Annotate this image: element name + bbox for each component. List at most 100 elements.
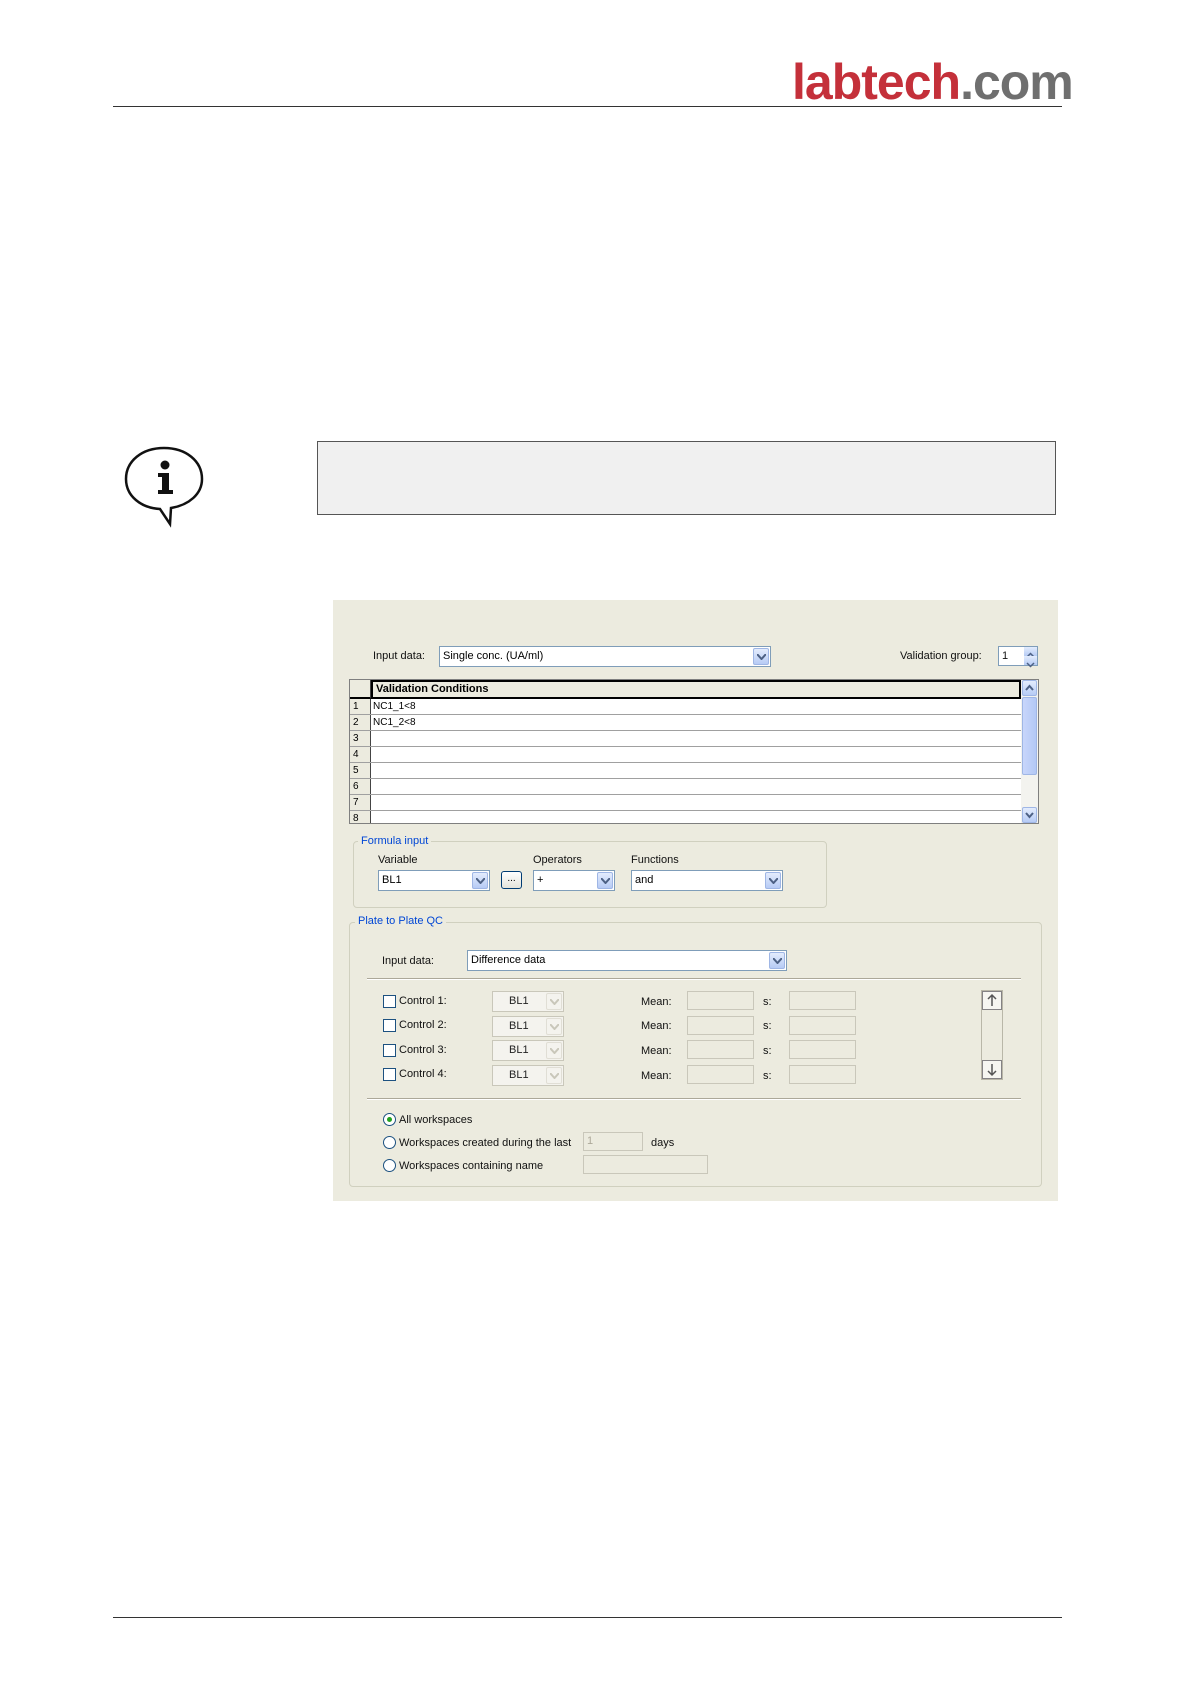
scroll-thumb[interactable]: [1022, 697, 1037, 775]
control-4-s-label: s:: [763, 1070, 772, 1082]
control-2-checkbox[interactable]: [383, 1019, 396, 1032]
control-4-label: Control 4:: [399, 1068, 447, 1080]
validation-conditions-grid[interactable]: Validation Conditions 1 NC1_1<8 2 NC1_2<8 …: [349, 679, 1039, 824]
spin-down-icon[interactable]: [1024, 656, 1037, 668]
chevron-down-icon: [546, 1067, 562, 1084]
chevron-down-icon[interactable]: [769, 952, 785, 969]
control-1-mean-label: Mean:: [641, 996, 672, 1008]
qc-input-data-label: Input data:: [382, 955, 434, 967]
control-2-mean-input[interactable]: [687, 1016, 754, 1035]
control-1-select[interactable]: BL1: [492, 991, 564, 1012]
validation-group-spinner[interactable]: 1: [998, 646, 1038, 668]
chevron-down-icon[interactable]: [765, 872, 781, 889]
control-1-value: BL1: [509, 995, 529, 1007]
qc-separator: [367, 978, 1021, 980]
control-3-mean-input[interactable]: [687, 1040, 754, 1059]
control-1-mean-input[interactable]: [687, 991, 754, 1010]
workspaces-name-radio[interactable]: [383, 1159, 396, 1172]
row-number: 4: [350, 747, 371, 762]
workspaces-days-label: Workspaces created during the last: [399, 1137, 572, 1149]
control-2-select[interactable]: BL1: [492, 1016, 564, 1037]
row-number: 3: [350, 731, 371, 746]
qc-separator-2: [367, 1098, 1021, 1100]
chevron-down-icon: [546, 1018, 562, 1035]
control-1-s-label: s:: [763, 996, 772, 1008]
variable-value: BL1: [382, 874, 402, 886]
variable-label: Variable: [378, 854, 418, 866]
control-2-s-label: s:: [763, 1020, 772, 1032]
control-3-mean-label: Mean:: [641, 1045, 672, 1057]
control-2-s-input[interactable]: [789, 1016, 856, 1035]
control-3-s-label: s:: [763, 1045, 772, 1057]
arrow-down-icon[interactable]: [982, 1060, 1002, 1079]
workspaces-days-radio[interactable]: [383, 1136, 396, 1149]
grid-scrollbar[interactable]: [1021, 680, 1038, 823]
chevron-down-icon: [546, 1042, 562, 1059]
grid-row[interactable]: 2 NC1_2<8: [350, 715, 1021, 731]
grid-row[interactable]: 5: [350, 763, 1021, 779]
row-condition[interactable]: NC1_2<8: [373, 716, 416, 729]
chevron-down-icon[interactable]: [472, 872, 488, 889]
scroll-up-icon[interactable]: [1022, 680, 1037, 696]
labtech-logo: labtech.com: [792, 52, 1074, 112]
row-number: 8: [350, 811, 371, 823]
functions-select[interactable]: and: [631, 870, 783, 891]
all-workspaces-radio[interactable]: [383, 1113, 396, 1126]
browse-variable-button[interactable]: ...: [501, 871, 522, 889]
variable-select[interactable]: BL1: [378, 870, 490, 891]
grid-header: Validation Conditions: [371, 680, 1021, 699]
grid-row[interactable]: 1 NC1_1<8: [350, 699, 1021, 715]
grid-row[interactable]: 7: [350, 795, 1021, 811]
control-2-label: Control 2:: [399, 1019, 447, 1031]
functions-value: and: [635, 874, 654, 886]
control-3-select[interactable]: BL1: [492, 1040, 564, 1061]
control-1-label: Control 1:: [399, 995, 447, 1007]
row-number: 7: [350, 795, 371, 810]
control-4-select[interactable]: BL1: [492, 1065, 564, 1086]
workspace-name-input[interactable]: [583, 1155, 708, 1174]
row-number: 1: [350, 699, 371, 714]
control-3-s-input[interactable]: [789, 1040, 856, 1059]
control-3-value: BL1: [509, 1044, 529, 1056]
operators-value: +: [537, 874, 544, 886]
control-2-mean-label: Mean:: [641, 1020, 672, 1032]
header-rule: [113, 106, 1062, 107]
row-number: 5: [350, 763, 371, 778]
info-icon: [122, 444, 206, 528]
input-data-label: Input data:: [373, 650, 425, 662]
input-data-select[interactable]: Single conc. (UA/ml): [439, 646, 771, 667]
control-4-mean-input[interactable]: [687, 1065, 754, 1084]
spin-up-icon[interactable]: [1024, 647, 1037, 658]
grid-row[interactable]: 8: [350, 811, 1021, 823]
days-input[interactable]: 1: [583, 1132, 643, 1151]
formula-input-title: Formula input: [358, 835, 432, 848]
control-1-checkbox[interactable]: [383, 995, 396, 1008]
operators-select[interactable]: +: [533, 870, 615, 891]
grid-row[interactable]: 4: [350, 747, 1021, 763]
control-4-checkbox[interactable]: [383, 1068, 396, 1081]
control-3-checkbox[interactable]: [383, 1044, 396, 1057]
chevron-down-icon[interactable]: [753, 648, 769, 665]
arrow-up-icon[interactable]: [982, 991, 1002, 1010]
control-3-label: Control 3:: [399, 1044, 447, 1056]
row-number: 6: [350, 779, 371, 794]
all-workspaces-label: All workspaces: [399, 1114, 473, 1126]
control-4-mean-label: Mean:: [641, 1070, 672, 1082]
qc-input-data-value: Difference data: [471, 954, 546, 966]
chevron-down-icon: [546, 993, 562, 1010]
grid-row[interactable]: 6: [350, 779, 1021, 795]
scroll-down-icon[interactable]: [1022, 807, 1037, 823]
control-1-s-input[interactable]: [789, 991, 856, 1010]
validation-group-label: Validation group:: [900, 650, 982, 662]
grid-row[interactable]: 3: [350, 731, 1021, 747]
qc-input-data-select[interactable]: Difference data: [467, 950, 787, 971]
grid-corner: [350, 680, 371, 699]
reorder-controls: [981, 990, 1003, 1080]
chevron-down-icon[interactable]: [597, 872, 613, 889]
days-value: 1: [587, 1135, 594, 1147]
control-4-s-input[interactable]: [789, 1065, 856, 1084]
row-condition[interactable]: NC1_1<8: [373, 700, 416, 713]
note-box: [317, 441, 1056, 515]
operators-label: Operators: [533, 854, 582, 866]
radio-selected-dot: [387, 1117, 392, 1122]
